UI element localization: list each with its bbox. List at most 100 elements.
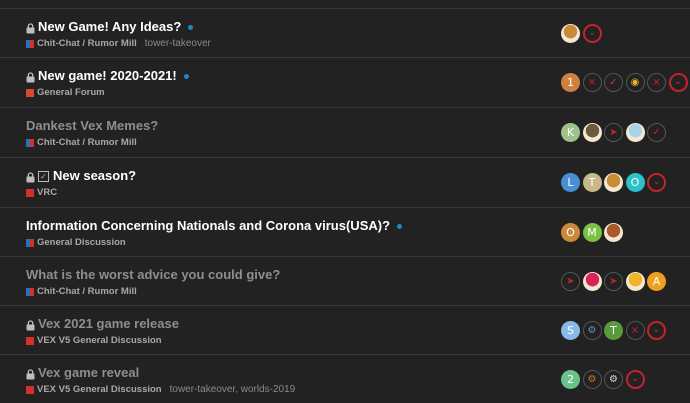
topic-meta: Chit-Chat / Rumor Mill (26, 137, 137, 149)
unread-indicator-icon (188, 24, 194, 30)
solved-check-icon: ✓ (38, 170, 49, 182)
avatar[interactable]: A (647, 271, 666, 291)
avatar[interactable]: L (561, 172, 580, 192)
avatar[interactable]: S (561, 320, 580, 340)
category-link[interactable]: Chit-Chat / Rumor Mill (37, 286, 137, 298)
topic-tags[interactable]: tower-takeover, worlds-2019 (170, 384, 296, 396)
topic-title-line: What is the worst advice you could give? (26, 267, 280, 283)
avatar-image-icon[interactable] (604, 172, 623, 192)
topic-title-link[interactable]: New Game! Any Ideas? (38, 19, 181, 35)
category-link[interactable]: VEX V5 General Discussion (37, 384, 162, 396)
category-badge-icon (26, 386, 34, 394)
topic-meta: Chit-Chat / Rumor Mill (26, 286, 137, 298)
topic-title-line: Vex 2021 game release (26, 316, 179, 332)
topic-title-link[interactable]: Dankest Vex Memes? (26, 118, 158, 134)
unread-indicator-icon (183, 73, 189, 79)
avatar[interactable]: M (582, 222, 602, 242)
avatar[interactable]: T (582, 172, 602, 192)
lock-icon (26, 171, 35, 182)
topic-row[interactable]: Dankest Vex Memes? Chit-Chat / Rumor Mill… (0, 107, 690, 156)
topic-title-link[interactable]: New game! 2020-2021! (38, 68, 177, 84)
avatar-logo-icon[interactable]: ⨯ (625, 320, 645, 340)
topic-meta: General Forum (26, 87, 105, 99)
chevron-avatar-icon[interactable]: ⌄ (647, 320, 666, 340)
topic-meta: VEX V5 General Discussion (26, 335, 162, 347)
topic-row[interactable]: Vex 2021 game release VEX V5 General Disc… (0, 305, 690, 354)
avatar-logo-icon[interactable]: ◉ (625, 72, 645, 92)
topic-title-line: Information Concerning Nationals and Cor… (26, 218, 403, 234)
avatar-logo-icon[interactable]: ⨯ (647, 72, 666, 92)
topic-title-link[interactable]: Information Concerning Nationals and Cor… (26, 218, 390, 234)
topic-meta: Chit-Chat / Rumor Mill tower-takeover (26, 38, 211, 50)
topic-row[interactable]: What is the worst advice you could give?… (0, 256, 690, 305)
chevron-avatar-icon[interactable]: ⌄ (625, 369, 645, 389)
posters-list: 2 ⚙ ⚙ ⌄ (561, 369, 647, 389)
topic-title-line: Vex game reveal (26, 365, 139, 381)
posters-list: ⌄ (561, 23, 604, 43)
category-badge-icon (26, 189, 34, 197)
topic-title-link[interactable]: Vex game reveal (38, 365, 139, 381)
avatar-image-icon[interactable] (625, 122, 645, 142)
topic-title-line: New Game! Any Ideas? (26, 19, 194, 35)
category-badge-icon (26, 139, 34, 147)
avatar-logo-icon[interactable]: ⨯ (582, 72, 602, 92)
avatar-logo-icon[interactable]: ➤ (561, 271, 580, 291)
avatar-image-icon[interactable] (582, 271, 602, 291)
avatar-logo-icon[interactable]: ➤ (604, 271, 623, 291)
avatar-image-icon[interactable] (582, 122, 602, 142)
category-link[interactable]: Chit-Chat / Rumor Mill (37, 38, 137, 50)
avatar[interactable]: 2 (561, 369, 580, 389)
topic-title-line: ✓ New season? (26, 168, 136, 184)
avatar[interactable]: O (625, 172, 645, 192)
avatar[interactable]: 1 (561, 72, 580, 92)
avatar-logo-icon[interactable]: ⚙ (582, 369, 602, 389)
posters-list: S ⚙ T ⨯ ⌄ (561, 320, 669, 340)
topic-title-line: Dankest Vex Memes? (26, 118, 158, 134)
avatar-image-icon[interactable] (625, 271, 645, 291)
avatar-logo-icon[interactable]: ✓ (604, 72, 623, 92)
unread-indicator-icon (397, 223, 403, 229)
topic-title-link[interactable]: What is the worst advice you could give? (26, 267, 280, 283)
avatar-image-icon[interactable] (604, 222, 623, 242)
topic-row[interactable]: ✓ New season? VRC L T O ⌄ (0, 157, 690, 206)
chevron-avatar-icon[interactable]: ⌄ (668, 72, 688, 92)
lock-icon (26, 22, 35, 33)
category-link[interactable]: General Forum (37, 87, 105, 99)
lock-icon (26, 368, 35, 379)
lock-icon (26, 71, 35, 82)
chevron-avatar-icon[interactable]: ⌄ (647, 172, 666, 192)
category-badge-icon (26, 40, 34, 48)
category-link[interactable]: Chit-Chat / Rumor Mill (37, 137, 137, 149)
topic-title-line: New game! 2020-2021! (26, 68, 189, 84)
posters-list: 1 ⨯ ✓ ◉ ⨯ ⌄ (561, 72, 690, 92)
category-link[interactable]: General Discussion (37, 237, 126, 249)
avatar[interactable]: K (561, 122, 580, 142)
topic-meta: VRC (26, 187, 57, 199)
topic-meta: General Discussion (26, 237, 126, 249)
topic-row[interactable]: New game! 2020-2021! General Forum 1 ⨯ ✓ ◉ ⨯ ⌄ (0, 57, 690, 106)
topic-title-link[interactable]: Vex 2021 game release (38, 316, 179, 332)
lock-icon (26, 319, 35, 330)
avatar-logo-icon[interactable]: ✓ (647, 122, 666, 142)
posters-list: K ➤ ✓ (561, 122, 669, 142)
posters-list: ➤ ➤ A (561, 271, 669, 291)
avatar-logo-icon[interactable]: ⚙ (604, 369, 623, 389)
avatar-logo-icon[interactable]: ⚙ (582, 320, 602, 340)
posters-list: L T O ⌄ (561, 172, 669, 192)
topic-row[interactable]: Information Concerning Nationals and Cor… (0, 207, 690, 256)
category-badge-icon (26, 89, 34, 97)
avatar-logo-icon[interactable]: ➤ (604, 122, 623, 142)
posters-list: OM (561, 222, 626, 242)
chevron-avatar-icon[interactable]: ⌄ (582, 23, 602, 43)
category-badge-icon (26, 288, 34, 296)
avatar-image-icon[interactable] (561, 23, 580, 43)
category-badge-icon (26, 239, 34, 247)
category-link[interactable]: VEX V5 General Discussion (37, 335, 162, 347)
topic-meta: VEX V5 General Discussion tower-takeover,… (26, 384, 295, 396)
topic-tags[interactable]: tower-takeover (145, 38, 211, 50)
topic-row[interactable]: New Game! Any Ideas? Chit-Chat / Rumor Mi… (0, 8, 690, 57)
topic-title-link[interactable]: New season? (53, 168, 136, 184)
avatar[interactable]: T (604, 320, 623, 340)
avatar[interactable]: O (561, 222, 580, 242)
category-link[interactable]: VRC (37, 187, 57, 199)
